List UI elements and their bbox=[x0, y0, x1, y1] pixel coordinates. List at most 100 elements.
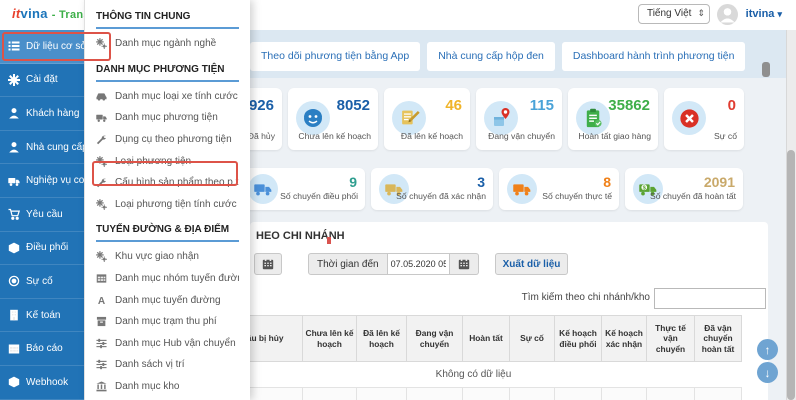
person-icon bbox=[296, 101, 330, 135]
user-menu[interactable]: itvina ▾ bbox=[746, 8, 782, 20]
sidebar-item-dieu-phoi[interactable]: Điều phối bbox=[0, 232, 84, 266]
stat-value: 3 bbox=[477, 174, 485, 190]
truck-icon bbox=[248, 174, 278, 204]
avatar[interactable] bbox=[717, 4, 738, 25]
menu-item-danh-sach-vi-tri[interactable]: Danh sách vị trí bbox=[96, 354, 239, 376]
sidebar-item-label: Yêu cầu bbox=[26, 208, 63, 220]
gear-icon bbox=[8, 74, 20, 86]
sidebar-item-label: Báo cáo bbox=[26, 343, 63, 355]
bank-icon bbox=[96, 381, 107, 392]
sidebar-item-label: Nhà cung cấp bbox=[26, 141, 88, 153]
stat-label: Số chuyến thực tế bbox=[542, 191, 612, 201]
export-data-button[interactable]: Xuất dữ liệu bbox=[494, 253, 569, 275]
menu-item-loai-xe-tinh-cuoc[interactable]: Danh mục loại xe tính cước bbox=[96, 86, 239, 108]
menu-item-label: Danh mục nhóm tuyến đường bbox=[115, 273, 239, 285]
column-header[interactable]: Chưa lên kế hoạch bbox=[303, 316, 357, 362]
column-header[interactable]: Đã vận chuyển hoàn tất bbox=[695, 316, 742, 362]
column-header[interactable]: Sự cố bbox=[510, 316, 555, 362]
stat-card-confirmed-trips: 3 Số chuyến đã xác nhận bbox=[371, 168, 493, 210]
logo-part-1: it bbox=[12, 6, 21, 21]
sidebar-item-label: Webhook bbox=[26, 376, 69, 388]
stat-value: 8 bbox=[603, 174, 611, 190]
truck-icon bbox=[8, 175, 20, 187]
time-to-label: Thời gian đến bbox=[308, 253, 388, 275]
sidebar-item-nha-cung-cap[interactable]: Nhà cung cấp bbox=[0, 131, 88, 165]
menu-item-loai-pt-tinh-cuoc[interactable]: Loại phương tiện tính cước đườ... bbox=[96, 194, 239, 216]
building-icon: .sb-item .holes{fill:#2173b6} bbox=[8, 309, 20, 321]
column-header[interactable]: Đang vận chuyển bbox=[407, 316, 463, 362]
stat-value: 115 bbox=[529, 97, 554, 114]
cube-icon bbox=[8, 242, 20, 254]
sidebar-item-ke-toan[interactable]: .sb-item .holes{fill:#2173b6} Kế toán bbox=[0, 299, 84, 333]
sidebar-item-su-co[interactable]: Sự cố bbox=[0, 265, 84, 299]
scroll-to-top-button[interactable]: ↑ bbox=[757, 339, 778, 360]
menu-item-label: Danh mục ngành nghề bbox=[115, 38, 217, 50]
menu-item-tram-thu-phi[interactable]: Danh mục trạm thu phí bbox=[96, 311, 239, 333]
route-icon: A bbox=[98, 296, 106, 306]
time-to-input[interactable] bbox=[387, 253, 450, 275]
scroll-to-bottom-button[interactable]: ↓ bbox=[757, 362, 778, 383]
select-stepper-icon: ⇕ bbox=[697, 8, 705, 18]
calendar-button-from[interactable]: .holes{fill:#ececec} bbox=[254, 253, 282, 275]
branch-report-panel: HEO CHI NHÁNH .holes{fill:#ececec} Thời … bbox=[205, 222, 768, 400]
toll-icon bbox=[96, 316, 107, 327]
menu-item-hub-van-chuyen[interactable]: Danh mục Hub vận chuyển bbox=[96, 333, 239, 355]
menu-item-danh-muc-kho[interactable]: Danh mục kho bbox=[96, 376, 239, 398]
menu-item-nganh-nghe[interactable]: Danh mục ngành nghề bbox=[96, 33, 239, 55]
stat-card-completed-trips: 2091 Số chuyến đã hoàn tất bbox=[625, 168, 743, 210]
sidebar-item-khach-hang[interactable]: Khách hàng bbox=[0, 97, 84, 131]
person-icon bbox=[720, 8, 735, 23]
table-empty-row: Không có dữ liệu bbox=[205, 362, 742, 388]
x-circle-icon bbox=[672, 101, 706, 135]
menu-item-label: Danh mục tuyến đường bbox=[115, 294, 221, 306]
menu-item-dung-cu[interactable]: Dụng cụ theo phương tiện bbox=[96, 129, 239, 151]
sidebar-item-cai-dat[interactable]: Cài đặt bbox=[0, 64, 84, 98]
stat-value: 0 bbox=[727, 97, 736, 114]
inner-scrollbar-thumb[interactable] bbox=[762, 62, 770, 77]
stats-row-2: 9 Số chuyến điều phối 3 Số chuyến đã xác… bbox=[240, 168, 743, 210]
sidebar-item-bao-cao[interactable]: Báo cáo bbox=[0, 332, 84, 366]
branch-table-header: Yêu cầu bị hủy Chưa lên kế hoạch Đã lên … bbox=[205, 315, 742, 362]
menu-item-label: Danh mục Hub vận chuyển bbox=[115, 337, 236, 349]
menu-item-tuyen-duong[interactable]: A Danh mục tuyến đường bbox=[96, 289, 239, 311]
sidebar: Dữ liệu cơ sở Cài đặt Khách hàng Nhà cun… bbox=[0, 30, 100, 400]
chevron-down-icon: ▾ bbox=[777, 9, 782, 19]
calendar-button-to[interactable] bbox=[449, 253, 479, 275]
language-select[interactable]: Tiếng Việt ⇕ bbox=[637, 4, 710, 24]
username: itvina bbox=[745, 8, 775, 20]
sidebar-item-label: Cài đặt bbox=[26, 74, 58, 86]
column-header[interactable]: Hoàn tất bbox=[463, 316, 510, 362]
search-label: Tìm kiếm theo chi nhánh/kho bbox=[521, 292, 650, 303]
pencil-document-icon bbox=[392, 101, 426, 135]
menu-item-nhom-tuyen-duong[interactable]: Danh mục nhóm tuyến đường bbox=[96, 268, 239, 290]
sidebar-item-label: Kế toán bbox=[26, 309, 61, 321]
sidebar-item-webhook[interactable]: Webhook bbox=[0, 366, 84, 400]
tab-blackbox-provider[interactable]: Nhà cung cấp hộp đen bbox=[427, 42, 555, 71]
menu-item-khu-vuc-giao-nhan[interactable]: Khu vực giao nhận bbox=[96, 246, 239, 268]
column-header[interactable]: Thực tế vận chuyển bbox=[647, 316, 695, 362]
svg-text:A: A bbox=[98, 296, 106, 306]
section-title: TUYẾN ĐƯỜNG & ĐỊA ĐIỂM bbox=[96, 224, 230, 236]
scrollbar-thumb[interactable] bbox=[787, 150, 795, 400]
tab-vehicle-journey-dashboard[interactable]: Dashboard hành trình phương tiện bbox=[561, 42, 746, 71]
clipboard-icon bbox=[576, 101, 610, 135]
truck-icon bbox=[96, 112, 107, 123]
stat-label: Chưa lên kế hoạch bbox=[298, 131, 371, 141]
stat-value: 2091 bbox=[703, 174, 735, 190]
wrench-icon bbox=[96, 134, 107, 145]
column-header[interactable]: Kế hoạch điều phối bbox=[555, 316, 602, 362]
stat-label: Số chuyến đã xác nhận bbox=[396, 191, 486, 201]
sidebar-item-nghiep-vu-co-so[interactable]: Nghiệp vụ cơ sở bbox=[0, 164, 100, 198]
stat-label: Hoàn tất giao hàng bbox=[578, 131, 651, 141]
sidebar-item-label: Khách hàng bbox=[26, 107, 80, 119]
column-header[interactable]: Đã lên kế hoạch bbox=[357, 316, 407, 362]
menu-item-phuong-tien[interactable]: Danh mục phương tiện bbox=[96, 107, 239, 129]
tab-track-vehicle-app[interactable]: Theo dõi phương tiện bằng App bbox=[250, 42, 421, 71]
branch-search-input[interactable] bbox=[654, 288, 766, 309]
stat-label: Số chuyến đã hoàn tất bbox=[649, 191, 736, 201]
filter-row: .holes{fill:#ececec} Thời gian đến Xuất … bbox=[254, 253, 569, 275]
sidebar-item-yeu-cau[interactable]: Yêu cầu bbox=[0, 198, 84, 232]
column-header[interactable]: Kế hoạch xác nhận bbox=[602, 316, 647, 362]
logo-part-2: vina bbox=[20, 6, 48, 21]
sidebar-item-label: Sự cố bbox=[26, 275, 53, 287]
